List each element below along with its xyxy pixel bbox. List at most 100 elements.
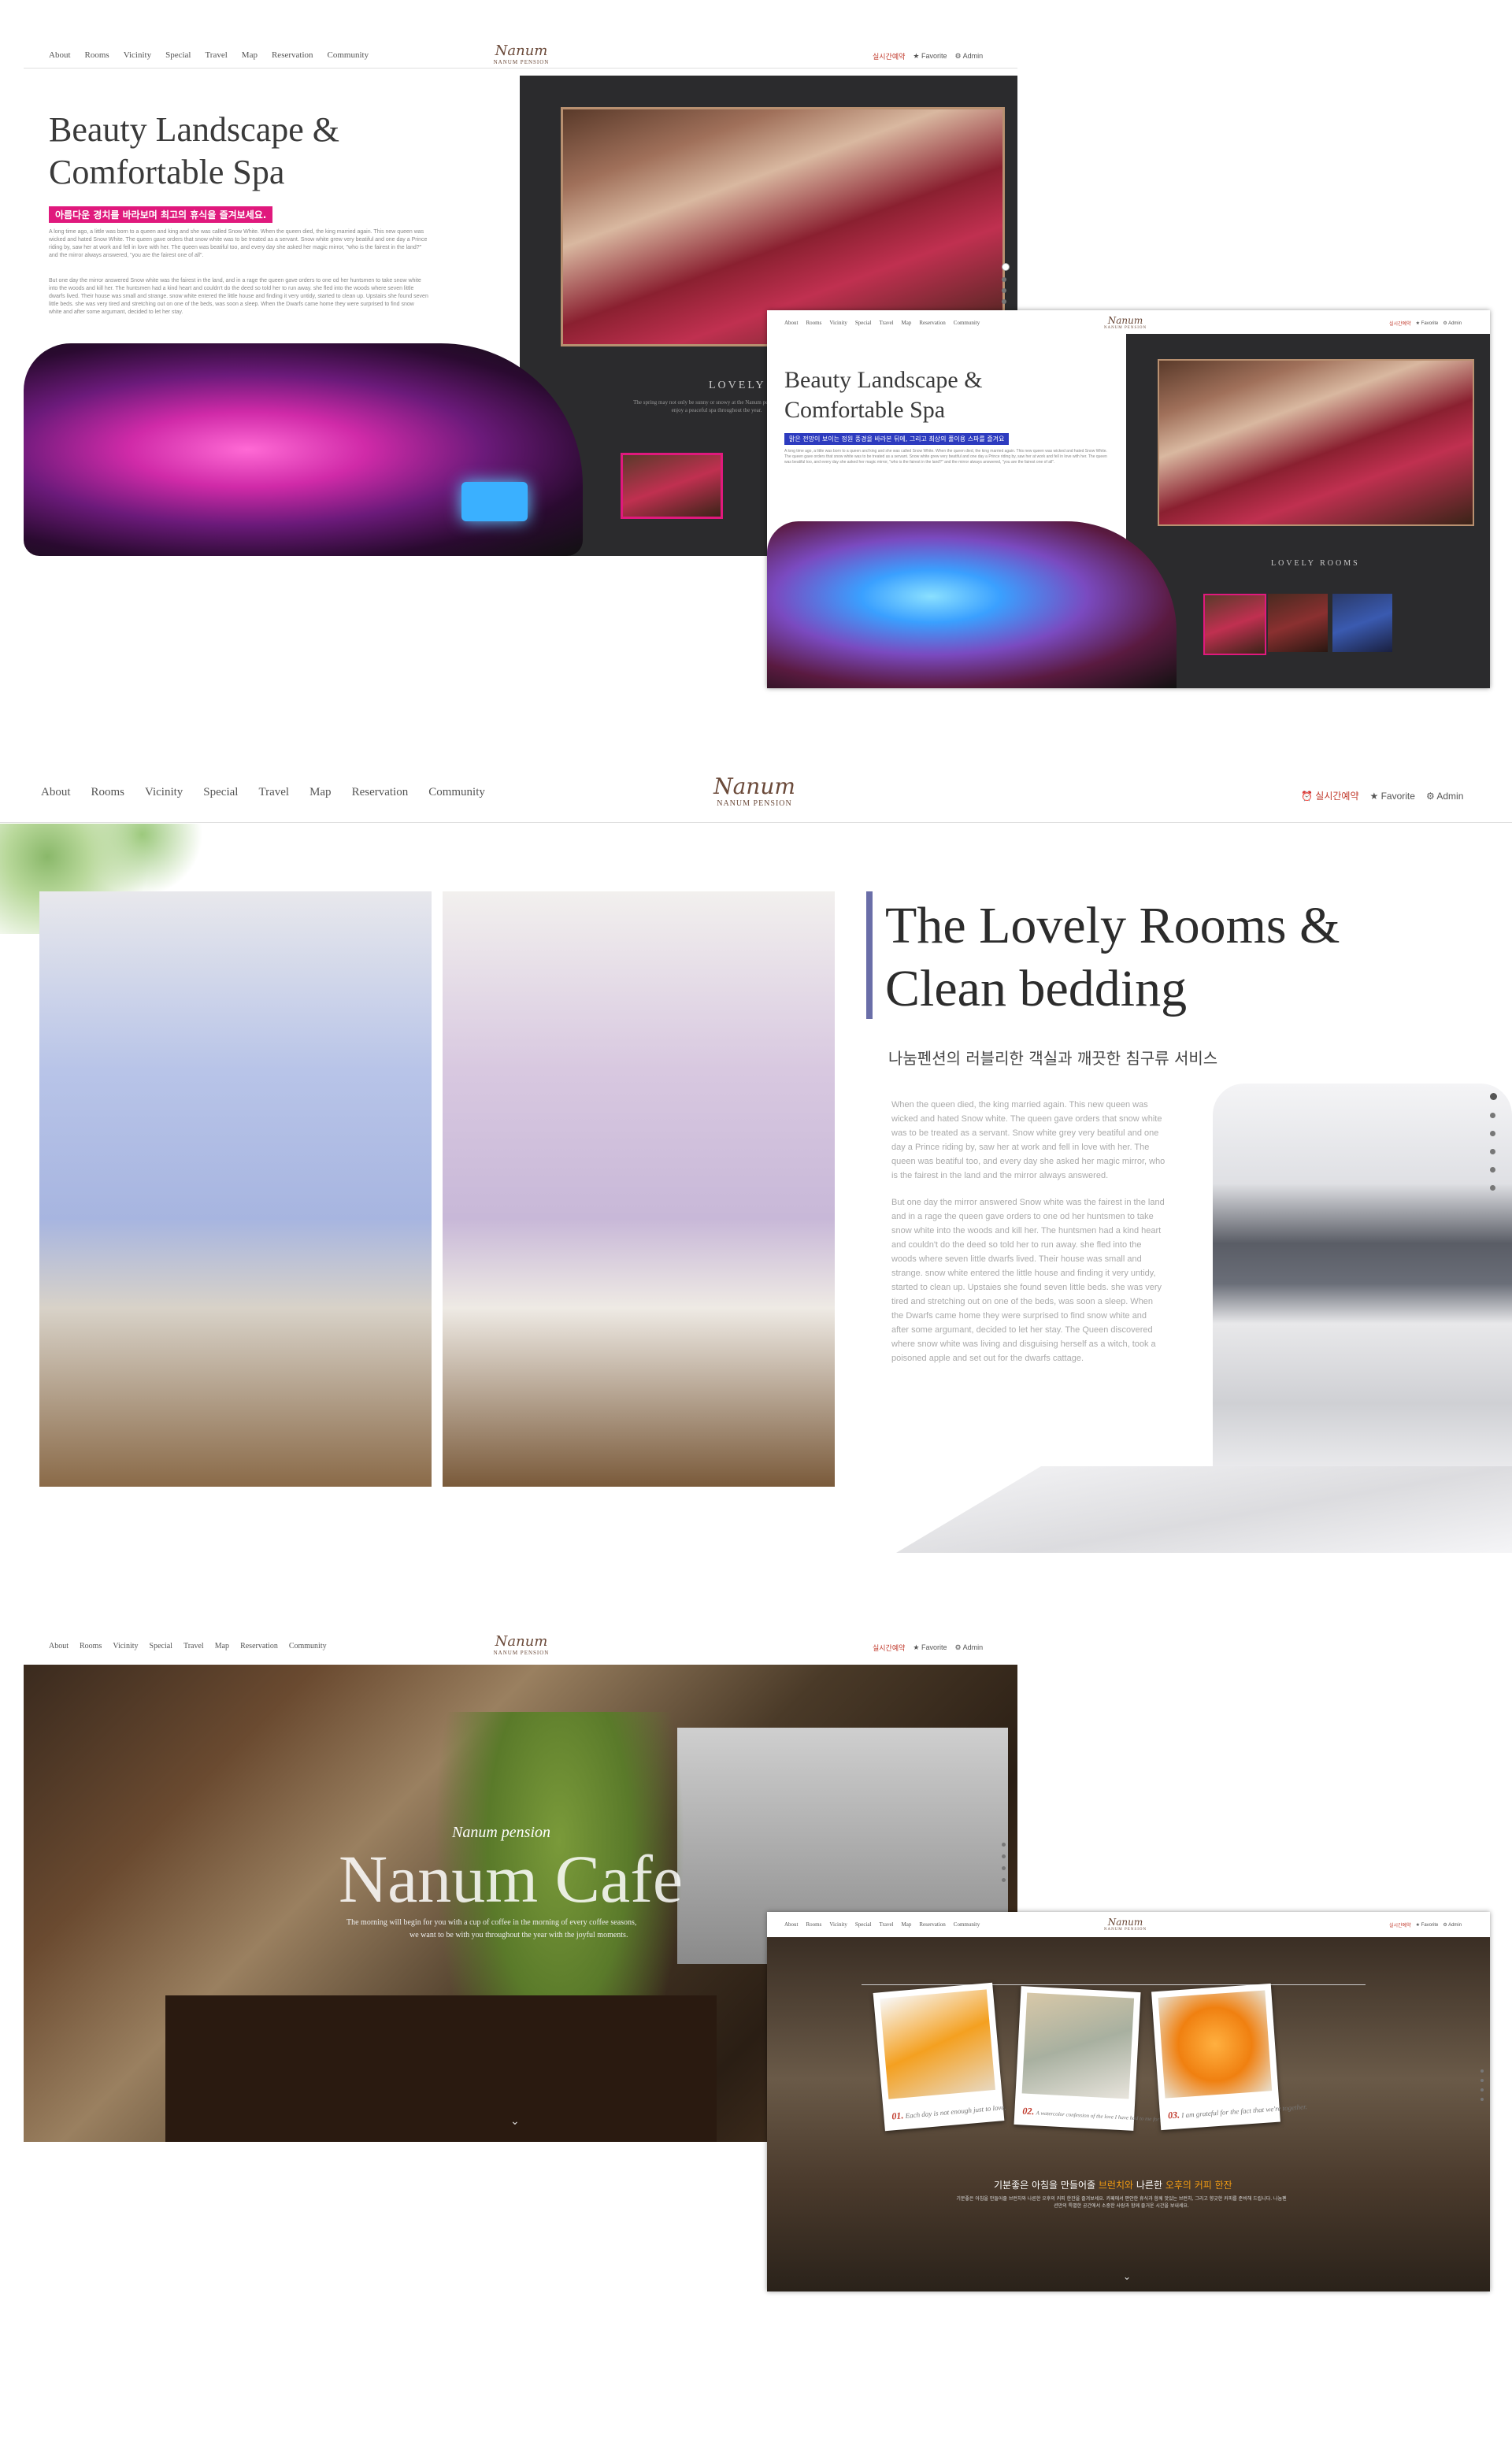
nav-special[interactable]: Special <box>855 1921 872 1928</box>
nav-map[interactable]: Map <box>242 50 258 60</box>
slide-dot[interactable] <box>1490 1185 1495 1191</box>
preview-logo[interactable]: Nanum NANUM PENSION <box>1098 315 1153 330</box>
nav-community[interactable]: Community <box>428 786 485 799</box>
nav-reservation[interactable]: Reservation <box>240 1642 278 1650</box>
admin-link[interactable]: ⚙ Admin <box>955 1643 984 1652</box>
scroll-down-icon[interactable]: ⌄ <box>510 2115 520 2128</box>
spa-thumb-1[interactable] <box>621 453 723 519</box>
nav-special[interactable]: Special <box>165 50 191 60</box>
nav-reservation[interactable]: Reservation <box>272 50 313 60</box>
nav-community[interactable]: Community <box>328 50 369 60</box>
slide-dot[interactable] <box>1002 1866 1006 1870</box>
slide-dot[interactable] <box>1490 1167 1495 1173</box>
nav-rooms[interactable]: Rooms <box>85 50 109 60</box>
realtime-reservation-link[interactable]: 실시간예약 <box>1389 320 1411 327</box>
slide-dot[interactable] <box>1002 263 1010 271</box>
slide-dot[interactable] <box>1490 1131 1495 1136</box>
realtime-reservation-link[interactable]: ⏰ 실시간예약 <box>1301 789 1358 802</box>
nav-travel[interactable]: Travel <box>879 320 893 326</box>
slide-dot[interactable] <box>1490 1093 1497 1100</box>
preview-nav: About Rooms Vicinity Special Travel Map … <box>784 1921 980 1928</box>
spa-body-2: But one day the mirror answered Snow whi… <box>49 278 428 315</box>
nav-vicinity[interactable]: Vicinity <box>113 1642 138 1650</box>
slide-dot[interactable] <box>1002 1878 1006 1882</box>
spa-slide-dots[interactable] <box>1002 263 1010 315</box>
favorite-link[interactable]: ★ Favorite <box>1369 791 1414 802</box>
nav-community[interactable]: Community <box>954 320 980 326</box>
nav-community[interactable]: Community <box>289 1642 327 1650</box>
nav-rooms[interactable]: Rooms <box>806 1921 822 1928</box>
hot-tub-photo <box>24 343 583 556</box>
slide-dot[interactable] <box>1480 2088 1484 2091</box>
realtime-reservation-link[interactable]: 실시간예약 <box>873 51 905 61</box>
preview-thumb-2[interactable] <box>1268 594 1328 652</box>
logo-script: Nanum <box>495 43 548 59</box>
nav-map[interactable]: Map <box>309 786 332 799</box>
favorite-link[interactable]: ★ Favorite <box>913 1643 947 1652</box>
nav-travel[interactable]: Travel <box>879 1921 893 1928</box>
preview-slide-dots[interactable] <box>1480 2069 1484 2101</box>
nav-reservation[interactable]: Reservation <box>352 786 409 799</box>
slide-dot[interactable] <box>1002 1854 1006 1858</box>
nav-vicinity[interactable]: Vicinity <box>829 320 847 326</box>
site-logo[interactable]: Nanum NANUM PENSION <box>482 1633 561 1656</box>
slide-dot[interactable] <box>1480 2098 1484 2101</box>
slide-dot[interactable] <box>1480 2079 1484 2082</box>
slide-dot[interactable] <box>1490 1149 1495 1154</box>
admin-link[interactable]: ⚙ Admin <box>1426 791 1463 802</box>
slide-dot[interactable] <box>1002 299 1006 304</box>
nav-about[interactable]: About <box>784 1921 799 1928</box>
site-logo[interactable]: Nanum NANUM PENSION <box>699 773 810 808</box>
scroll-down-icon[interactable]: ⌄ <box>1123 2271 1131 2283</box>
nav-map[interactable]: Map <box>215 1642 229 1650</box>
nav-vicinity[interactable]: Vicinity <box>829 1921 847 1928</box>
cafe-table <box>165 1995 717 2142</box>
slide-dot[interactable] <box>1002 277 1006 282</box>
realtime-reservation-link[interactable]: 실시간예약 <box>1389 1921 1411 1928</box>
nav-reservation[interactable]: Reservation <box>919 1921 945 1928</box>
polaroid-1[interactable]: 01. Each day is not enough just to love. <box>873 1982 1006 2132</box>
util-links: 실시간예약 ★ Favorite ⚙ Admin <box>873 51 983 61</box>
favorite-link[interactable]: ★ Favorite <box>913 52 947 61</box>
nav-vicinity[interactable]: Vicinity <box>124 50 151 60</box>
preview-util: 실시간예약 ★ Favorite ⚙ Admin <box>1389 1921 1462 1928</box>
favorite-link[interactable]: ★ Favorite <box>1416 320 1439 326</box>
nav-rooms[interactable]: Rooms <box>91 786 125 799</box>
cafe-slide-dots[interactable] <box>1002 1843 1006 1882</box>
slide-dot[interactable] <box>1002 1843 1006 1847</box>
nav-travel[interactable]: Travel <box>205 50 227 60</box>
nav-community[interactable]: Community <box>954 1921 980 1928</box>
realtime-reservation-link[interactable]: 실시간예약 <box>873 1643 905 1653</box>
nav-travel[interactable]: Travel <box>183 1642 204 1650</box>
slide-dot[interactable] <box>1480 2069 1484 2073</box>
nav-travel[interactable]: Travel <box>258 786 289 799</box>
admin-link[interactable]: ⚙ Admin <box>955 52 984 61</box>
nav-rooms[interactable]: Rooms <box>80 1642 102 1650</box>
nav-reservation[interactable]: Reservation <box>919 320 945 326</box>
preview-thumb-1[interactable] <box>1203 594 1266 655</box>
nav-about[interactable]: About <box>41 786 71 799</box>
nav-special[interactable]: Special <box>855 320 872 326</box>
admin-link[interactable]: ⚙ Admin <box>1443 1922 1462 1928</box>
nav-map[interactable]: Map <box>902 320 912 326</box>
slide-dot[interactable] <box>1490 1113 1495 1118</box>
admin-link[interactable]: ⚙ Admin <box>1443 320 1462 326</box>
util-links: 실시간예약 ★ Favorite ⚙ Admin <box>873 1643 983 1653</box>
slide-dot[interactable] <box>1002 288 1006 293</box>
rooms-slide-dots[interactable] <box>1490 1093 1497 1191</box>
polaroid-3[interactable]: 03. I am grateful for the fact that we'r… <box>1151 1983 1307 2131</box>
site-logo[interactable]: Nanum NANUM PENSION <box>482 43 561 65</box>
nav-special[interactable]: Special <box>150 1642 172 1650</box>
nav-about[interactable]: About <box>49 1642 69 1650</box>
nav-rooms[interactable]: Rooms <box>806 320 822 326</box>
nav-vicinity[interactable]: Vicinity <box>145 786 183 799</box>
nav-special[interactable]: Special <box>203 786 238 799</box>
nav-map[interactable]: Map <box>902 1921 912 1928</box>
nav-about[interactable]: About <box>49 50 71 60</box>
favorite-link[interactable]: ★ Favorite <box>1416 1922 1439 1928</box>
preview-thumb-3[interactable] <box>1332 594 1392 652</box>
nav-about[interactable]: About <box>784 320 799 326</box>
polaroid-2[interactable]: 02. A watercolor confession of the love … <box>1014 1986 1202 2131</box>
preview-logo[interactable]: Nanum NANUM PENSION <box>1098 1917 1153 1932</box>
main-nav: About Rooms Vicinity Special Travel Map … <box>41 786 485 799</box>
